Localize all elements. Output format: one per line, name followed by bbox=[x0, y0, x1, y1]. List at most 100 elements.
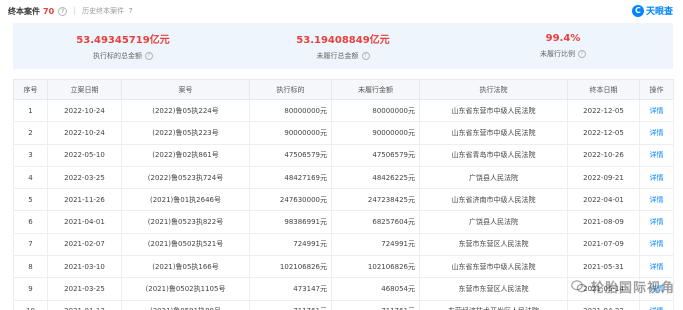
cell-case-number: (2021)鲁0523执822号 bbox=[121, 210, 250, 234]
cell-action: 详情 bbox=[639, 255, 674, 279]
cell-end-date: 2021-05-31 bbox=[567, 255, 640, 279]
cell-index: 1 bbox=[13, 98, 48, 123]
cell-court: 东营经济技术开发区人民法院 bbox=[419, 299, 568, 310]
cell-court: 山东省济南市中级人民法院 bbox=[419, 188, 568, 212]
tab-final-cases-count: 70 bbox=[43, 6, 55, 16]
cell-court: 山东省青岛市中级人民法院 bbox=[419, 143, 568, 167]
cell-unfulfilled-amount: 247238425元 bbox=[331, 188, 420, 212]
cell-index: 9 bbox=[13, 277, 48, 301]
cell-execution-amount: 724991元 bbox=[249, 232, 332, 257]
tab-history-final-cases[interactable]: 历史终本案件 7 bbox=[82, 6, 133, 16]
cell-index: 8 bbox=[13, 255, 48, 279]
header-end-date: 终本日期 bbox=[567, 79, 640, 100]
detail-link[interactable]: 详情 bbox=[650, 151, 664, 159]
wechat-icon bbox=[571, 280, 587, 293]
execution-total-value: 53.49345719亿元 bbox=[76, 35, 170, 46]
final-cases-table: 序号 立案日期 案号 执行标的 未履行金额 执行法院 终本日期 操作 1 2022… bbox=[13, 79, 674, 310]
detail-link[interactable]: 详情 bbox=[650, 196, 664, 204]
cell-court: 山东省东营市中级人民法院 bbox=[419, 255, 568, 279]
cell-case-number: (2022)鲁05执223号 bbox=[121, 121, 250, 145]
detail-link[interactable]: 详情 bbox=[650, 107, 664, 115]
table-row: 6 2021-04-01 (2021)鲁0523执822号 98386991元 6825… bbox=[13, 210, 674, 234]
cell-execution-amount: 473147元 bbox=[249, 277, 332, 301]
cell-action: 详情 bbox=[639, 121, 674, 145]
cell-unfulfilled-amount: 711761元 bbox=[331, 299, 420, 310]
execution-total-label: 执行标的总金额 bbox=[93, 52, 142, 60]
cell-court: 山东省东营市中级人民法院 bbox=[419, 121, 568, 145]
unfulfilled-ratio-label-row: 未履行比例 ? bbox=[540, 49, 586, 59]
cell-case-number: (2022)鲁02执861号 bbox=[121, 143, 250, 167]
watermark: 轮胎国际视角 bbox=[571, 277, 675, 296]
cell-execution-amount: 98386991元 bbox=[249, 210, 332, 234]
cell-court: 山东省东营市中级人民法院 bbox=[419, 98, 568, 123]
cell-action: 详情 bbox=[639, 232, 674, 257]
table-row: 2 2022-10-24 (2022)鲁05执223号 90000000元 900000… bbox=[13, 121, 674, 145]
summary-unfulfilled-total: 53.19408849亿元 未履行总金额 ? bbox=[233, 23, 453, 69]
cell-filing-date: 2021-03-10 bbox=[47, 255, 122, 279]
header-action: 操作 bbox=[639, 79, 674, 100]
tab-history-count: 7 bbox=[128, 7, 133, 15]
brand-logo: C 天眼查 bbox=[631, 4, 673, 17]
cell-filing-date: 2022-10-24 bbox=[47, 98, 122, 123]
cell-action: 详情 bbox=[639, 299, 674, 310]
cell-execution-amount: 47506579元 bbox=[249, 143, 332, 167]
cell-index: 7 bbox=[13, 232, 48, 257]
table-row: 1 2022-10-24 (2022)鲁05执224号 80000000元 800000… bbox=[13, 98, 674, 123]
cell-unfulfilled-amount: 68257604元 bbox=[331, 210, 420, 234]
cell-court: 广饶县人民法院 bbox=[419, 165, 568, 190]
cell-unfulfilled-amount: 90000000元 bbox=[331, 121, 420, 145]
cell-execution-amount: 711761元 bbox=[249, 299, 332, 310]
unfulfilled-total-label-row: 未履行总金额 ? bbox=[317, 51, 370, 61]
header-unfulfilled-amount: 未履行金额 bbox=[331, 79, 420, 100]
cell-index: 10 bbox=[13, 299, 48, 310]
cell-filing-date: 2022-03-25 bbox=[47, 165, 122, 190]
cell-end-date: 2022-12-05 bbox=[567, 121, 640, 145]
cell-filing-date: 2022-10-24 bbox=[47, 121, 122, 145]
cell-unfulfilled-amount: 468054元 bbox=[331, 277, 420, 301]
cell-unfulfilled-amount: 724991元 bbox=[331, 232, 420, 257]
detail-link[interactable]: 详情 bbox=[650, 129, 664, 137]
cell-end-date: 2021-07-09 bbox=[567, 232, 640, 257]
question-icon[interactable]: ? bbox=[58, 6, 68, 16]
detail-link[interactable]: 详情 bbox=[650, 174, 664, 182]
cell-index: 6 bbox=[13, 210, 48, 234]
detail-link[interactable]: 详情 bbox=[650, 240, 664, 248]
table-row: 7 2021-02-07 (2021)鲁0502执521号 724991元 724991… bbox=[13, 232, 674, 257]
table-header-row: 序号 立案日期 案号 执行标的 未履行金额 执行法院 终本日期 操作 bbox=[13, 79, 674, 100]
question-icon[interactable]: ? bbox=[361, 52, 370, 60]
cell-unfulfilled-amount: 80000000元 bbox=[331, 98, 420, 123]
watermark-text: 轮胎国际视角 bbox=[590, 281, 675, 296]
unfulfilled-total-label: 未履行总金额 bbox=[316, 52, 359, 60]
tab-history-label: 历史终本案件 bbox=[82, 7, 125, 15]
detail-link[interactable]: 详情 bbox=[650, 218, 664, 226]
header-filing-date: 立案日期 bbox=[47, 79, 122, 100]
detail-link[interactable]: 详情 bbox=[650, 263, 664, 271]
cell-court: 东营市东营区人民法院 bbox=[419, 232, 568, 257]
cell-end-date: 2022-09-21 bbox=[567, 165, 640, 190]
cell-execution-amount: 102106826元 bbox=[249, 255, 332, 279]
header-index: 序号 bbox=[13, 79, 48, 100]
header-court: 执行法院 bbox=[419, 79, 568, 100]
cell-end-date: 2021-08-09 bbox=[567, 210, 640, 234]
cell-index: 5 bbox=[13, 188, 48, 212]
question-icon[interactable]: ? bbox=[578, 50, 586, 58]
cell-action: 详情 bbox=[639, 210, 674, 234]
question-icon[interactable]: ? bbox=[145, 52, 153, 60]
cell-action: 详情 bbox=[639, 188, 674, 212]
cell-case-number: (2021)鲁05执166号 bbox=[121, 255, 250, 279]
table-row: 102021-01-12(2021)鲁0591执88号711761元711761… bbox=[13, 299, 674, 310]
cell-filing-date: 2021-04-01 bbox=[47, 210, 122, 234]
cell-filing-date: 2022-05-10 bbox=[47, 143, 122, 167]
cell-unfulfilled-amount: 47506579元 bbox=[331, 143, 420, 167]
cell-case-number: (2022)鲁05执224号 bbox=[121, 98, 250, 123]
cell-filing-date: 2021-01-12 bbox=[47, 299, 122, 310]
tab-final-cases[interactable]: 终本案件 70 ? bbox=[8, 6, 68, 17]
cell-execution-amount: 247630000元 bbox=[249, 188, 332, 212]
cell-index: 4 bbox=[13, 165, 48, 190]
cell-unfulfilled-amount: 48426225元 bbox=[331, 165, 420, 190]
table-row: 4 2022-03-25 (2022)鲁0523执724号 48427169元 4842… bbox=[13, 165, 674, 190]
unfulfilled-ratio-value: 99.4% bbox=[545, 33, 581, 44]
cell-end-date: 2022-10-26 bbox=[567, 143, 640, 167]
brand-name: 天眼查 bbox=[645, 7, 673, 17]
cell-case-number: (2021)鲁0502执1105号 bbox=[121, 277, 250, 301]
